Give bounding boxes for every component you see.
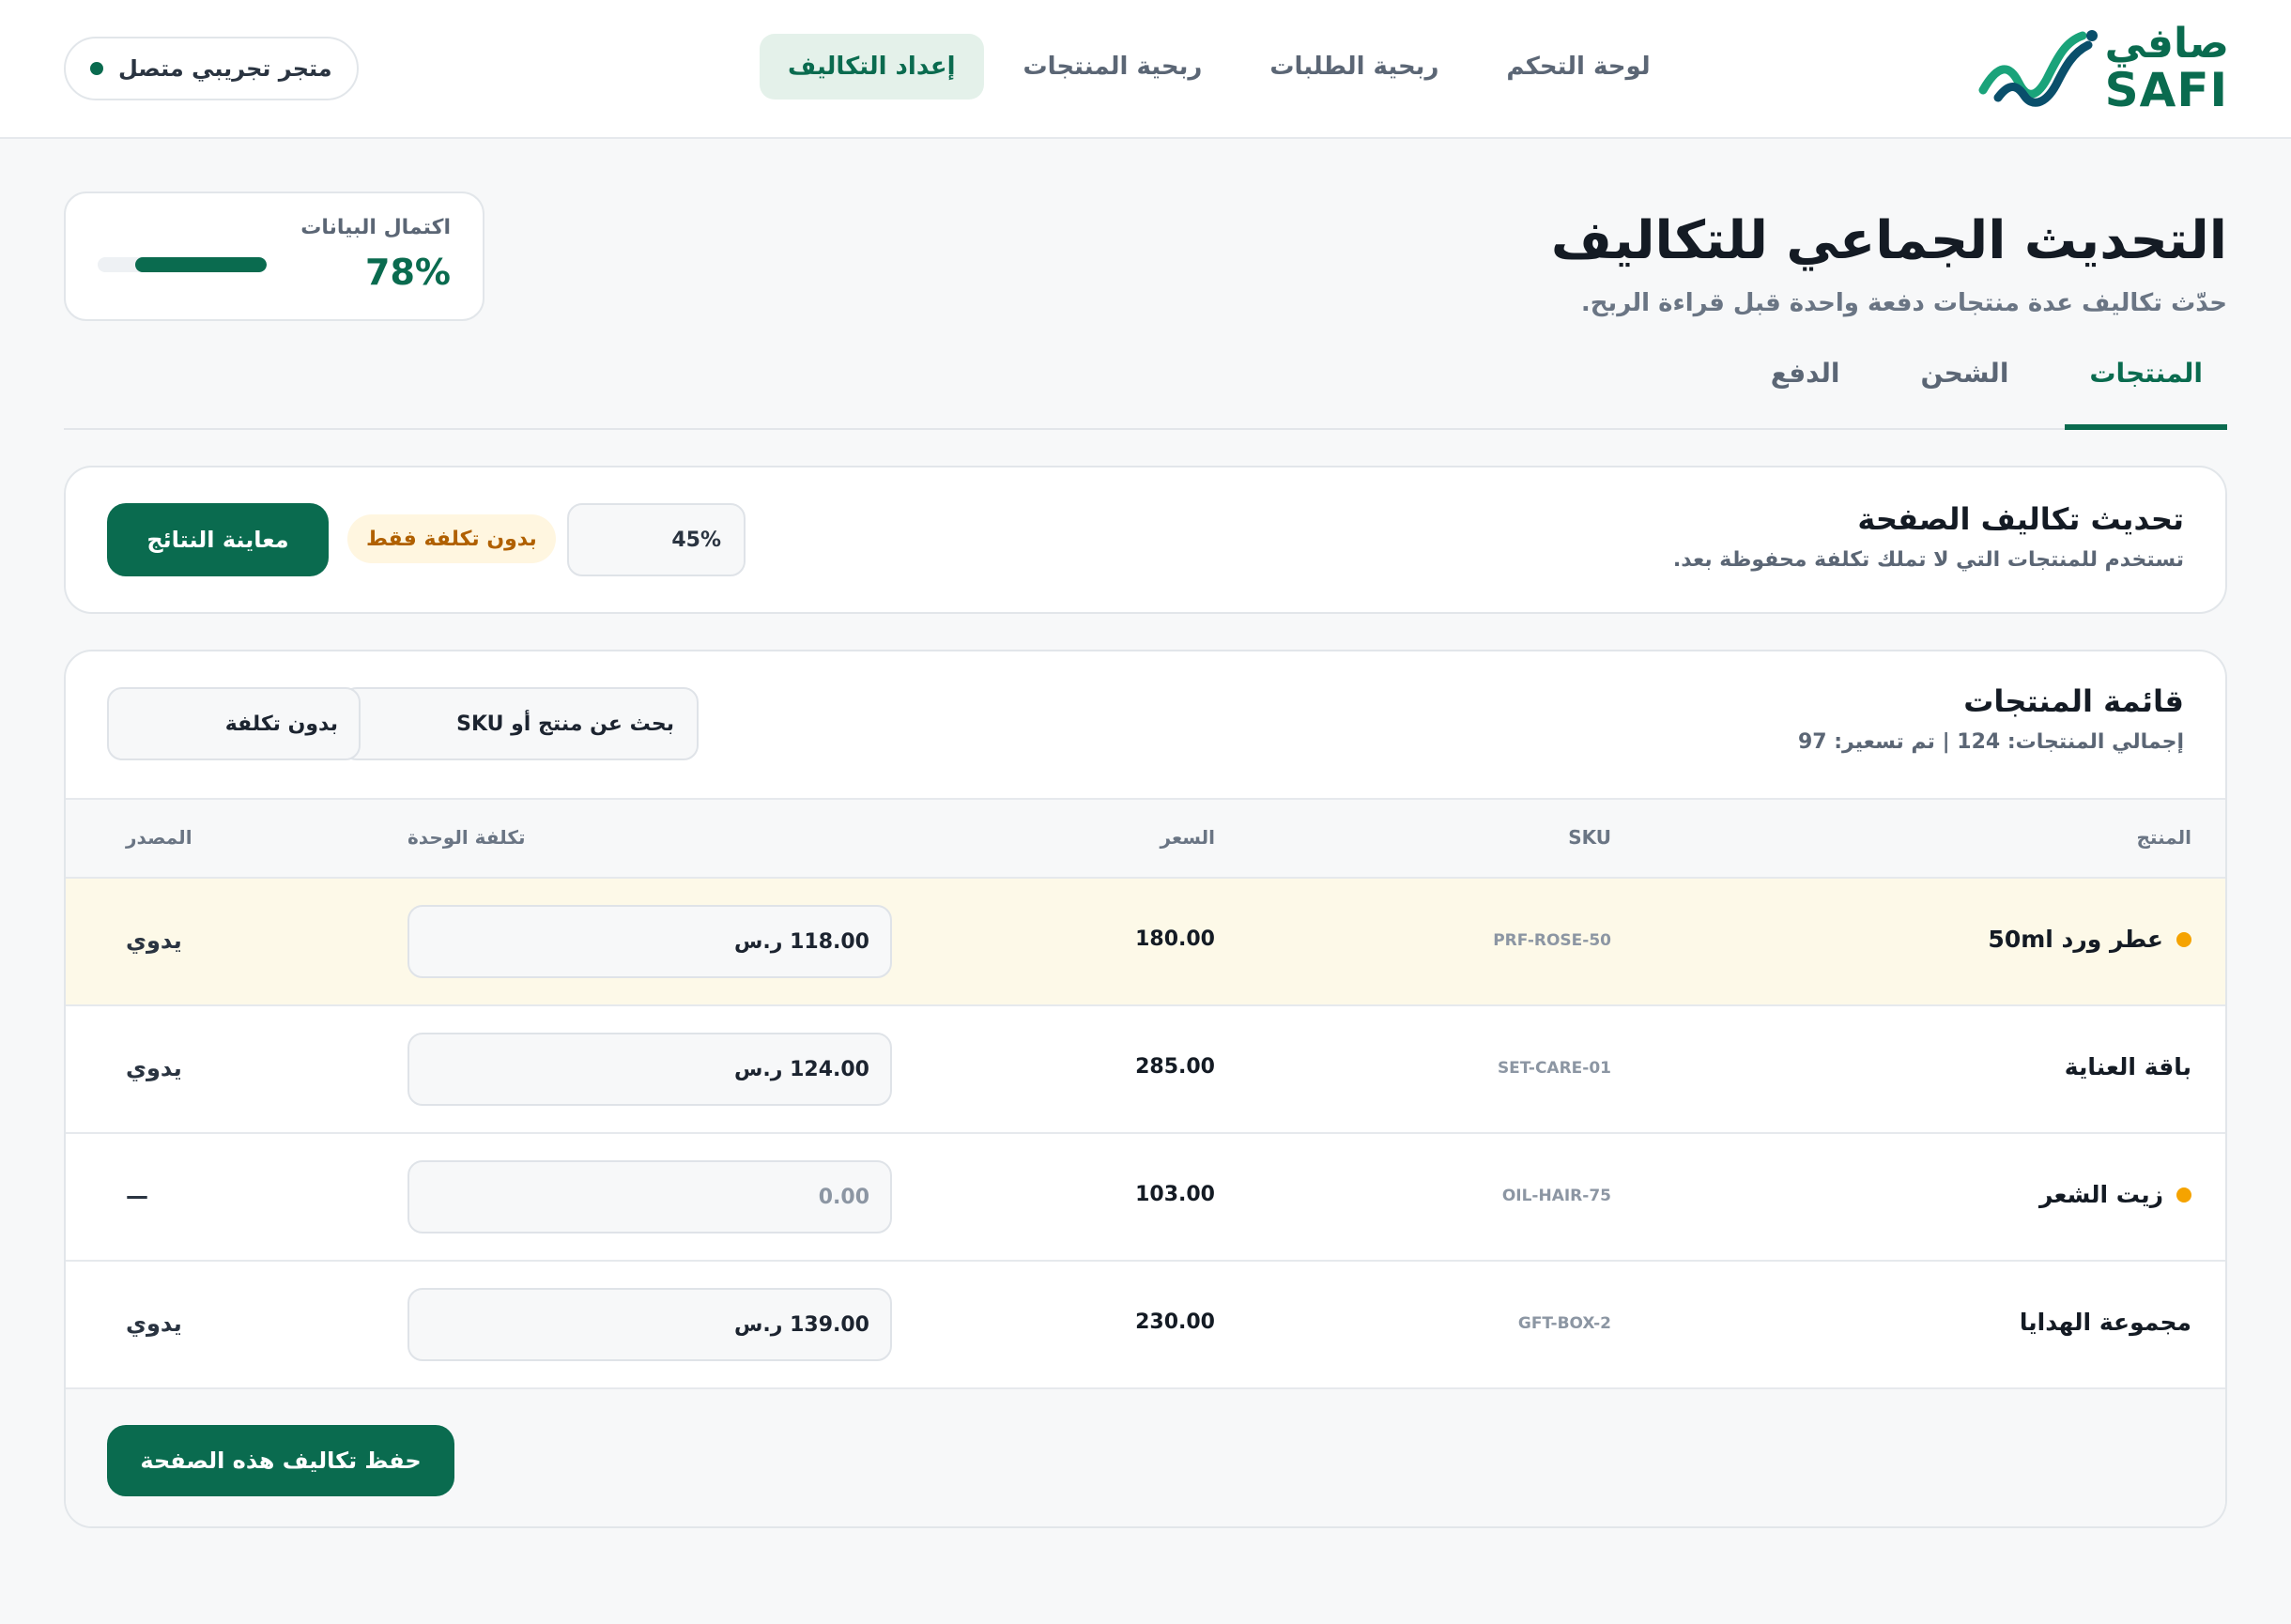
product-name-cell: مجموعة الهدايا [2020, 1309, 2191, 1336]
sku-cell: SET-CARE-01 [1497, 1059, 1611, 1078]
product-name-cell: زيت الشعر [2039, 1181, 2191, 1208]
product-name: زيت الشعر [2038, 1181, 2163, 1208]
tab-products[interactable]: المنتجات [2065, 358, 2227, 430]
completion-progress-bar [98, 257, 267, 272]
save-page-costs-button[interactable]: حفظ تكاليف هذه الصفحة [107, 1425, 454, 1496]
unit-cost-input[interactable]: 118.00 ر.س [407, 905, 892, 978]
page-subtitle: حدّث تكاليف عدة منتجات دفعة واحدة قبل قر… [1580, 289, 2227, 317]
cost-percent-input[interactable]: 45% [567, 503, 746, 576]
product-name-cell: عطر ورد 50ml [1988, 926, 2191, 953]
source-value: يدوي [126, 1055, 182, 1081]
product-name: باقة العناية [2064, 1053, 2191, 1080]
bulk-card-title: تحديث تكاليف الصفحة [1857, 501, 2184, 537]
price-cell: 180.00 [1135, 927, 1215, 951]
product-list-footer: حفظ تكاليف هذه الصفحة [66, 1389, 2225, 1526]
completion-value: 78% [365, 252, 451, 293]
unit-cost-input[interactable]: 139.00 ر.س [407, 1288, 892, 1361]
table-header-row: المنتج SKU السعر تكلفة الوحدة المصدر [66, 800, 2225, 879]
table-row: زيت الشعر OIL-HAIR-75 103.00 0.00 — [66, 1134, 2225, 1262]
cost-filter-select[interactable]: بدون تكلفة [107, 687, 361, 760]
tab-payment[interactable]: الدفع [1746, 358, 1865, 430]
unit-cost-input[interactable]: 124.00 ر.س [407, 1033, 892, 1106]
source-value: يدوي [126, 927, 182, 954]
table-row: مجموعة الهدايا GFT-BOX-2 230.00 139.00 ر… [66, 1262, 2225, 1389]
brand-logo[interactable]: صافي SAFI [1977, 23, 2229, 114]
no-cost-only-badge[interactable]: بدون تكلفة فقط [347, 514, 556, 563]
missing-cost-dot-icon [2176, 1187, 2191, 1203]
bulk-card-subtitle: تستخدم للمنتجات التي لا تملك تكلفة محفوظ… [1672, 548, 2184, 572]
main-nav: لوحة التحكم ربحية الطلبات ربحية المنتجات… [759, 34, 1679, 100]
col-price: السعر [1160, 826, 1215, 849]
product-list-summary: إجمالي المنتجات: 124 | تم تسعير: 97 [1797, 730, 2184, 754]
product-list-card: قائمة المنتجات إجمالي المنتجات: 124 | تم… [64, 650, 2227, 1528]
product-name: مجموعة الهدايا [2019, 1309, 2191, 1336]
sku-cell: PRF-ROSE-50 [1493, 931, 1611, 950]
page-title: التحديث الجماعي للتكاليف [1550, 210, 2227, 271]
col-source: المصدر [126, 826, 192, 849]
product-name-cell: باقة العناية [2065, 1053, 2191, 1080]
source-value: يدوي [126, 1310, 182, 1337]
page-header: التحديث الجماعي للتكاليف حدّث تكاليف عدة… [64, 139, 2227, 430]
col-sku: SKU [1568, 826, 1611, 849]
brand-name-en: SAFI [2104, 63, 2229, 117]
sku-cell: GFT-BOX-2 [1517, 1314, 1611, 1333]
price-cell: 230.00 [1135, 1310, 1215, 1334]
nav-dashboard[interactable]: لوحة التحكم [1478, 34, 1678, 100]
completion-progress-fill [134, 257, 267, 272]
store-status-label: متجر تجريبي متصل [118, 55, 332, 82]
section-tabs: المنتجات الشحن الدفع [1714, 358, 2227, 430]
data-completion-card: اكتمال البيانات 78% [64, 192, 484, 321]
unit-cost-input[interactable]: 0.00 [407, 1160, 892, 1233]
nav-product-profit[interactable]: ربحية المنتجات [995, 34, 1231, 100]
product-list-header: قائمة المنتجات إجمالي المنتجات: 124 | تم… [66, 651, 2225, 800]
completion-label: اكتمال البيانات [300, 216, 451, 239]
col-unit-cost: تكلفة الوحدة [407, 826, 526, 849]
price-cell: 103.00 [1135, 1183, 1215, 1206]
store-status-pill[interactable]: متجر تجريبي متصل [64, 37, 359, 100]
safi-wave-icon [1978, 30, 2098, 107]
nav-order-profit[interactable]: ربحية الطلبات [1241, 34, 1467, 100]
product-search-input[interactable]: بحث عن منتج أو SKU [342, 687, 699, 760]
bulk-update-card: تحديث تكاليف الصفحة تستخدم للمنتجات التي… [64, 466, 2227, 614]
product-list-title: قائمة المنتجات [1963, 683, 2184, 719]
sku-cell: OIL-HAIR-75 [1501, 1187, 1611, 1205]
price-cell: 285.00 [1135, 1055, 1215, 1079]
missing-cost-dot-icon [2176, 931, 2191, 947]
table-row: عطر ورد 50ml PRF-ROSE-50 180.00 118.00 ر… [66, 879, 2225, 1006]
top-bar: صافي SAFI لوحة التحكم ربحية الطلبات ربحي… [0, 0, 2291, 139]
connected-dot-icon [90, 62, 103, 75]
nav-cost-setup[interactable]: إعداد التكاليف [759, 34, 984, 100]
col-product: المنتج [2136, 826, 2191, 849]
product-name: عطر ورد 50ml [1988, 926, 2163, 953]
preview-results-button[interactable]: معاينة النتائج [107, 503, 329, 576]
source-value: — [126, 1183, 148, 1209]
tab-shipping[interactable]: الشحن [1896, 358, 2033, 430]
brand-name-ar: صافي [2104, 20, 2229, 68]
table-row: باقة العناية SET-CARE-01 285.00 124.00 ر… [66, 1006, 2225, 1134]
